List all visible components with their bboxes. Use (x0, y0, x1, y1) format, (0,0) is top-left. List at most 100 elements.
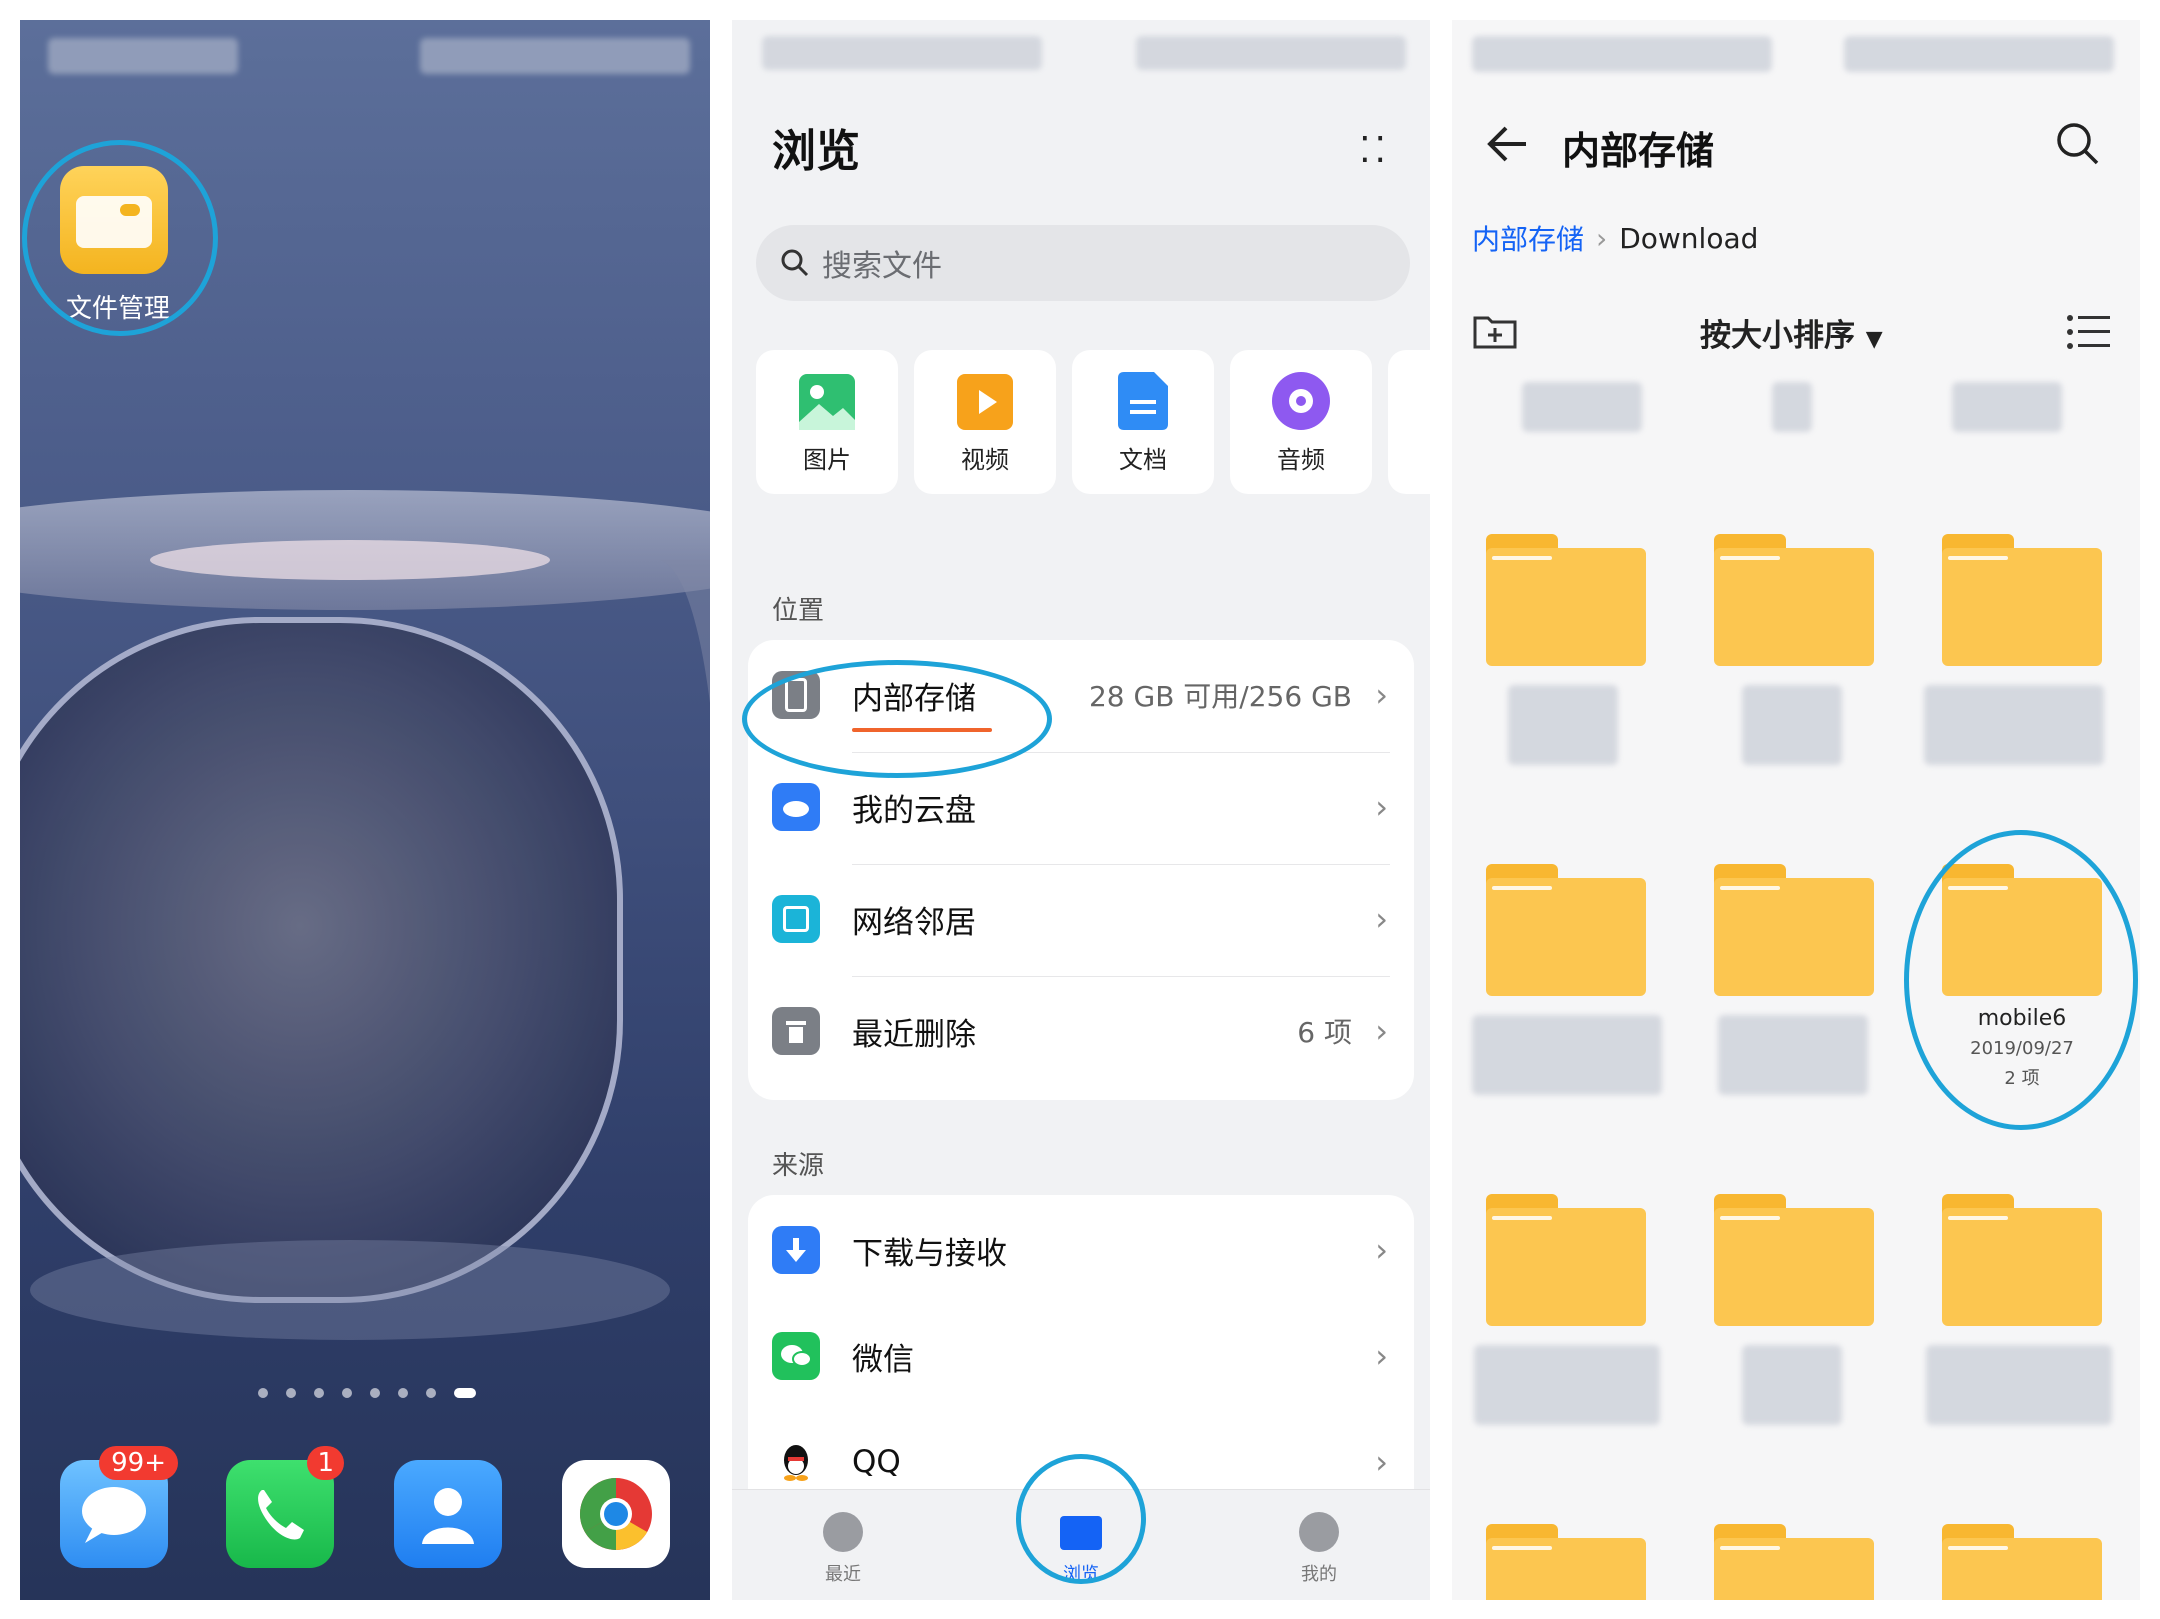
category-documents[interactable]: 文档 (1072, 350, 1214, 494)
chevron-right-icon: › (1375, 676, 1388, 714)
folder[interactable] (1942, 534, 2102, 666)
category-label: 文档 (1119, 446, 1167, 474)
breadcrumb: 内部存储 › Download (1472, 218, 1758, 258)
chevron-right-icon: › (1375, 900, 1388, 938)
folder[interactable] (1486, 864, 1646, 996)
chevron-right-icon: › (1375, 1231, 1388, 1269)
status-bar-right (1844, 36, 2114, 72)
network-icon (772, 895, 820, 943)
highlight-ring (22, 140, 218, 336)
breadcrumb-current: Download (1619, 221, 1759, 255)
status-bar-left (1472, 36, 1772, 72)
location-network[interactable]: 网络邻居 › (748, 864, 1414, 974)
folder[interactable] (1942, 1194, 2102, 1326)
search-placeholder: 搜索文件 (822, 249, 942, 284)
new-folder-icon[interactable] (1472, 310, 1518, 350)
folder[interactable] (1714, 534, 1874, 666)
chat-bubble-icon (82, 1487, 146, 1543)
chevron-right-icon: › (1375, 1012, 1388, 1050)
category-videos[interactable]: 视频 (914, 350, 1056, 494)
status-bar-right (1136, 36, 1406, 70)
folder-label-blurred (1924, 685, 2104, 765)
document-icon (1118, 372, 1168, 430)
category-label: 视频 (961, 446, 1009, 474)
nav-recent[interactable]: 最近 (798, 1512, 888, 1586)
image-icon (799, 374, 855, 430)
breadcrumb-separator-icon: › (1596, 221, 1608, 255)
dropdown-arrow-icon: ▼ (1865, 327, 1883, 352)
folder[interactable] (1714, 1524, 1874, 1600)
category-more[interactable] (1388, 350, 1430, 494)
sort-label: 按大小排序 (1700, 318, 1855, 354)
folder[interactable] (1942, 1524, 2102, 1600)
search-icon[interactable] (2056, 122, 2100, 166)
qq-icon (772, 1438, 820, 1486)
folder-label-blurred (1742, 685, 1842, 765)
page-indicator (258, 1388, 476, 1398)
person-icon (422, 1488, 474, 1544)
download-icon (772, 1226, 820, 1274)
category-audio[interactable]: 音频 (1230, 350, 1372, 494)
nav-label: 我的 (1301, 1564, 1337, 1585)
nav-mine[interactable]: 我的 (1274, 1512, 1364, 1586)
storage-screen: 内部存储 内部存储 › Download 按大小排序 ▼ mobile6 201… (1452, 20, 2140, 1600)
video-icon (957, 374, 1013, 430)
phone-handset-icon (258, 1490, 304, 1540)
home-screen: 文件管理 99+ 1 (20, 20, 710, 1600)
messages-app-icon[interactable]: 99+ (60, 1446, 178, 1568)
folder-label-blurred (1522, 382, 1642, 432)
deleted-count: 6 项 (1297, 1016, 1352, 1049)
row-label: 微信 (852, 1341, 914, 1378)
cloud-icon (772, 783, 820, 831)
storage-usage: 28 GB 可用/256 GB (1088, 680, 1352, 713)
messages-badge: 99+ (99, 1446, 178, 1480)
row-label: QQ (852, 1444, 901, 1480)
search-bar[interactable]: 搜索文件 (756, 225, 1410, 301)
folder[interactable] (1486, 534, 1646, 666)
wechat-icon (772, 1332, 820, 1380)
phone-app-icon[interactable]: 1 (226, 1446, 344, 1568)
folder[interactable] (1714, 864, 1874, 996)
chrome-icon (579, 1478, 652, 1550)
status-bar-left (762, 36, 1042, 70)
page-title: 内部存储 (1562, 129, 1715, 173)
folder-label-blurred (1474, 1345, 1660, 1425)
clock-icon (823, 1512, 863, 1552)
source-wechat[interactable]: 微信 › (748, 1301, 1414, 1411)
row-label: 我的云盘 (852, 792, 976, 829)
highlight-ring (1904, 830, 2138, 1130)
chevron-right-icon: › (1375, 1337, 1388, 1375)
contacts-app-icon[interactable] (394, 1460, 502, 1568)
row-label: 网络邻居 (852, 904, 976, 941)
chrome-app-icon[interactable] (562, 1460, 670, 1568)
audio-icon (1272, 372, 1330, 430)
folder-label-blurred (1952, 382, 2062, 432)
folder-label-blurred (1472, 1015, 1662, 1095)
row-label: 最近删除 (852, 1016, 976, 1053)
folder[interactable] (1486, 1524, 1646, 1600)
folder-label-blurred (1718, 1015, 1868, 1095)
browse-screen: 浏览 ⁚⁚ 搜索文件 图片 视频 文档 音频 位置 内部存储 28 GB 可用/… (732, 20, 1430, 1600)
sort-dropdown[interactable]: 按大小排序 ▼ (1700, 310, 1883, 355)
location-section-label: 位置 (772, 596, 825, 626)
category-label: 图片 (803, 446, 851, 474)
back-arrow-icon[interactable] (1486, 124, 1530, 164)
folder[interactable] (1486, 1194, 1646, 1326)
search-icon (781, 249, 809, 277)
location-recently-deleted[interactable]: 最近删除 6 项 › (748, 976, 1414, 1086)
folder-label-blurred (1772, 382, 1812, 432)
list-view-icon[interactable] (2066, 312, 2110, 352)
category-images[interactable]: 图片 (756, 350, 898, 494)
trash-icon (772, 1007, 820, 1055)
folder-label-blurred (1926, 1345, 2112, 1425)
breadcrumb-root[interactable]: 内部存储 (1472, 218, 1584, 258)
chevron-right-icon: › (1375, 1443, 1388, 1481)
highlight-ring (742, 660, 1052, 778)
more-dots-icon[interactable]: ⁚⁚ (1359, 130, 1390, 171)
chevron-right-icon: › (1375, 788, 1388, 826)
source-section-label: 来源 (772, 1151, 825, 1181)
highlight-ring (1016, 1454, 1146, 1584)
folder[interactable] (1714, 1194, 1874, 1326)
folder-label-blurred (1508, 685, 1618, 765)
source-downloads[interactable]: 下载与接收 › (748, 1195, 1414, 1305)
